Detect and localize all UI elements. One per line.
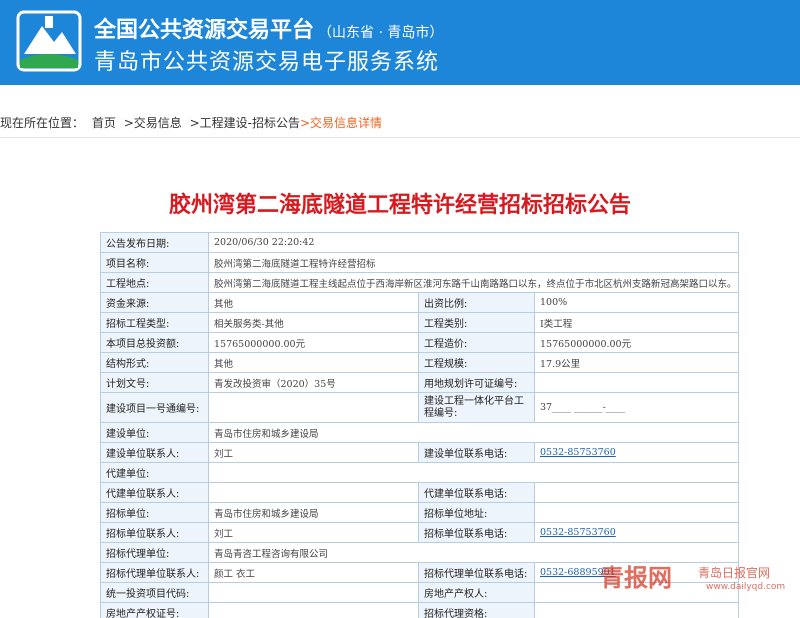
site-header: 全国公共资源交易平台 （山东省 · 青岛市） 青岛市公共资源交易电子服务系统 bbox=[0, 0, 800, 85]
tender-agent-label: 招标代理单位: bbox=[100, 542, 209, 563]
platform-title-region: （山东省 · 青岛市） bbox=[318, 25, 444, 41]
invest-code-value bbox=[208, 582, 419, 603]
fund-ratio-value: 100% bbox=[533, 292, 740, 313]
tenderer-contact-label: 招标单位联系人: bbox=[100, 522, 209, 543]
news-watermark: 青报网 青岛日报官网 www.dailyqd.com bbox=[600, 556, 800, 616]
project-code-value bbox=[208, 392, 419, 423]
table-row: 工程地点: 胶州湾第二海底隧道工程主线起点位于西海岸新区淮河东路千山南路路口以东… bbox=[100, 272, 740, 293]
breadcrumb-prefix: 现在所在位置： bbox=[0, 116, 85, 130]
owner-contact-value: 刘工 bbox=[208, 442, 419, 463]
tenderer-contact-value: 刘工 bbox=[208, 522, 419, 543]
property-cert-value bbox=[208, 602, 419, 618]
structure-value: 其他 bbox=[208, 352, 419, 373]
project-name-label: 项目名称: bbox=[100, 252, 209, 273]
watermark-brand: 青报网 bbox=[600, 563, 672, 592]
platform-title-main: 全国公共资源交易平台 bbox=[94, 18, 315, 43]
platform-code-value: 37____ ______-____ bbox=[533, 392, 740, 423]
total-investment-label: 本项目总投资额: bbox=[100, 332, 209, 353]
total-investment-value: 15765000000.00元 bbox=[208, 332, 419, 353]
scale-label: 工程规模: bbox=[418, 352, 535, 373]
breadcrumb-home-link[interactable]: 首页 bbox=[92, 116, 116, 130]
table-row: 资金来源: 其他 出资比例: 100% bbox=[100, 292, 740, 313]
tenderer-phone-cell: 0532-85753760 bbox=[533, 522, 740, 543]
table-row: 项目名称: 胶州湾第二海底隧道工程特许经营招标 bbox=[100, 252, 740, 273]
tenderer-phone-link[interactable]: 0532-85753760 bbox=[540, 527, 616, 538]
table-row: 招标工程类型: 相关服务类-其他 工程类别: Ⅰ类工程 bbox=[100, 312, 740, 333]
tender-agent-contact-value: 颜工 衣工 bbox=[208, 562, 419, 583]
project-name-value: 胶州湾第二海底隧道工程特许经营招标 bbox=[207, 252, 740, 273]
scale-value: 17.9公里 bbox=[533, 352, 740, 373]
tender-agent-phone-label: 招标代理单位联系电话: bbox=[418, 562, 535, 583]
table-row: 计划文号: 青发改投资审（2020）35号 用地规划许可证编号: bbox=[100, 372, 740, 393]
breadcrumb-divider bbox=[0, 137, 800, 138]
watermark-tagline: 青岛日报官网 bbox=[698, 566, 771, 580]
table-row: 建设项目一号通编号: 建设工程一体化平台工程编号: 37____ ______-… bbox=[100, 392, 740, 423]
platform-title: 全国公共资源交易平台 （山东省 · 青岛市） bbox=[94, 12, 443, 44]
fund-ratio-label: 出资比例: bbox=[418, 292, 535, 313]
owner-phone-cell: 0532-85753760 bbox=[533, 442, 740, 463]
table-row: 本项目总投资额: 15765000000.00元 工程造价: 157650000… bbox=[100, 332, 740, 353]
project-code-label: 建设项目一号通编号: bbox=[100, 392, 209, 423]
project-cost-label: 工程造价: bbox=[418, 332, 535, 353]
table-row: 招标单位: 青岛市住房和城乡建设局 招标单位地址: bbox=[100, 502, 740, 523]
tenderer-phone-label: 招标单位联系电话: bbox=[418, 522, 535, 543]
plan-doc-label: 计划文号: bbox=[100, 372, 209, 393]
owner-value: 青岛市住房和城乡建设局 bbox=[207, 422, 740, 443]
site-logo-icon[interactable] bbox=[12, 8, 86, 78]
table-row: 代建单位: bbox=[100, 462, 740, 483]
watermark-url: www.dailyqd.com bbox=[706, 582, 786, 592]
plan-doc-value: 青发改投资审（2020）35号 bbox=[208, 372, 419, 393]
owner-label: 建设单位: bbox=[100, 422, 209, 443]
agent-builder-label: 代建单位: bbox=[100, 462, 209, 483]
agent-builder-contact-label: 代建单位联系人: bbox=[100, 482, 209, 503]
project-cost-value: 15765000000.00元 bbox=[533, 332, 740, 353]
land-permit-value bbox=[533, 372, 740, 393]
agent-qualification-label: 招标代理资格: bbox=[418, 602, 535, 618]
tender-type-label: 招标工程类型: bbox=[100, 312, 209, 333]
project-category-label: 工程类别: bbox=[418, 312, 535, 333]
owner-contact-label: 建设单位联系人: bbox=[100, 442, 209, 463]
table-row: 结构形式: 其他 工程规模: 17.9公里 bbox=[100, 352, 740, 373]
breadcrumb-tender-notice-link[interactable]: >工程建设-招标公告 bbox=[190, 116, 300, 130]
page-title: 胶州湾第二海底隧道工程特许经营招标招标公告 bbox=[168, 193, 631, 218]
breadcrumb-current: >交易信息详情 bbox=[299, 116, 383, 130]
location-value: 胶州湾第二海底隧道工程主线起点位于西海岸新区淮河东路千山南路路口以东，终点位于市… bbox=[207, 272, 740, 293]
tenderer-label: 招标单位: bbox=[100, 502, 209, 523]
tender-type-value: 相关服务类-其他 bbox=[208, 312, 419, 333]
project-category-value: Ⅰ类工程 bbox=[533, 312, 740, 333]
owner-phone-link[interactable]: 0532-85753760 bbox=[540, 447, 616, 458]
agent-builder-phone-value bbox=[533, 482, 740, 503]
tender-agent-contact-label: 招标代理单位联系人: bbox=[100, 562, 209, 583]
table-row: 招标单位联系人: 刘工 招标单位联系电话: 0532-85753760 bbox=[100, 522, 740, 543]
breadcrumb-trade-info-link[interactable]: >交易信息 bbox=[124, 116, 182, 130]
agent-builder-phone-label: 代建单位联系电话: bbox=[418, 482, 535, 503]
property-cert-label: 房地产产权证号: bbox=[100, 602, 209, 618]
tenderer-value: 青岛市住房和城乡建设局 bbox=[208, 502, 419, 523]
table-row: 建设单位: 青岛市住房和城乡建设局 bbox=[100, 422, 740, 443]
table-row: 建设单位联系人: 刘工 建设单位联系电话: 0532-85753760 bbox=[100, 442, 740, 463]
invest-code-label: 统一投资项目代码: bbox=[100, 582, 209, 603]
property-owner-label: 房地产产权人: bbox=[418, 582, 535, 603]
owner-phone-label: 建设单位联系电话: bbox=[418, 442, 535, 463]
breadcrumb: 现在所在位置： 首页 >交易信息 >工程建设-招标公告>交易信息详情 bbox=[0, 114, 382, 131]
tenderer-address-label: 招标单位地址: bbox=[418, 502, 535, 523]
fund-source-value: 其他 bbox=[208, 292, 419, 313]
agent-builder-contact-value bbox=[208, 482, 419, 503]
table-row: 代建单位联系人: 代建单位联系电话: bbox=[100, 482, 740, 503]
publish-date-value: 2020/06/30 22:20:42 bbox=[207, 232, 740, 253]
platform-code-label: 建设工程一体化平台工程编号: bbox=[418, 392, 535, 423]
land-permit-label: 用地规划许可证编号: bbox=[418, 372, 535, 393]
agent-builder-value bbox=[207, 462, 740, 483]
system-title: 青岛市公共资源交易电子服务系统 bbox=[94, 50, 440, 75]
fund-source-label: 资金来源: bbox=[100, 292, 209, 313]
publish-date-label: 公告发布日期: bbox=[100, 232, 209, 253]
tenderer-address-value bbox=[533, 502, 740, 523]
structure-label: 结构形式: bbox=[100, 352, 209, 373]
table-row: 公告发布日期: 2020/06/30 22:20:42 bbox=[100, 232, 740, 253]
location-label: 工程地点: bbox=[100, 272, 209, 293]
